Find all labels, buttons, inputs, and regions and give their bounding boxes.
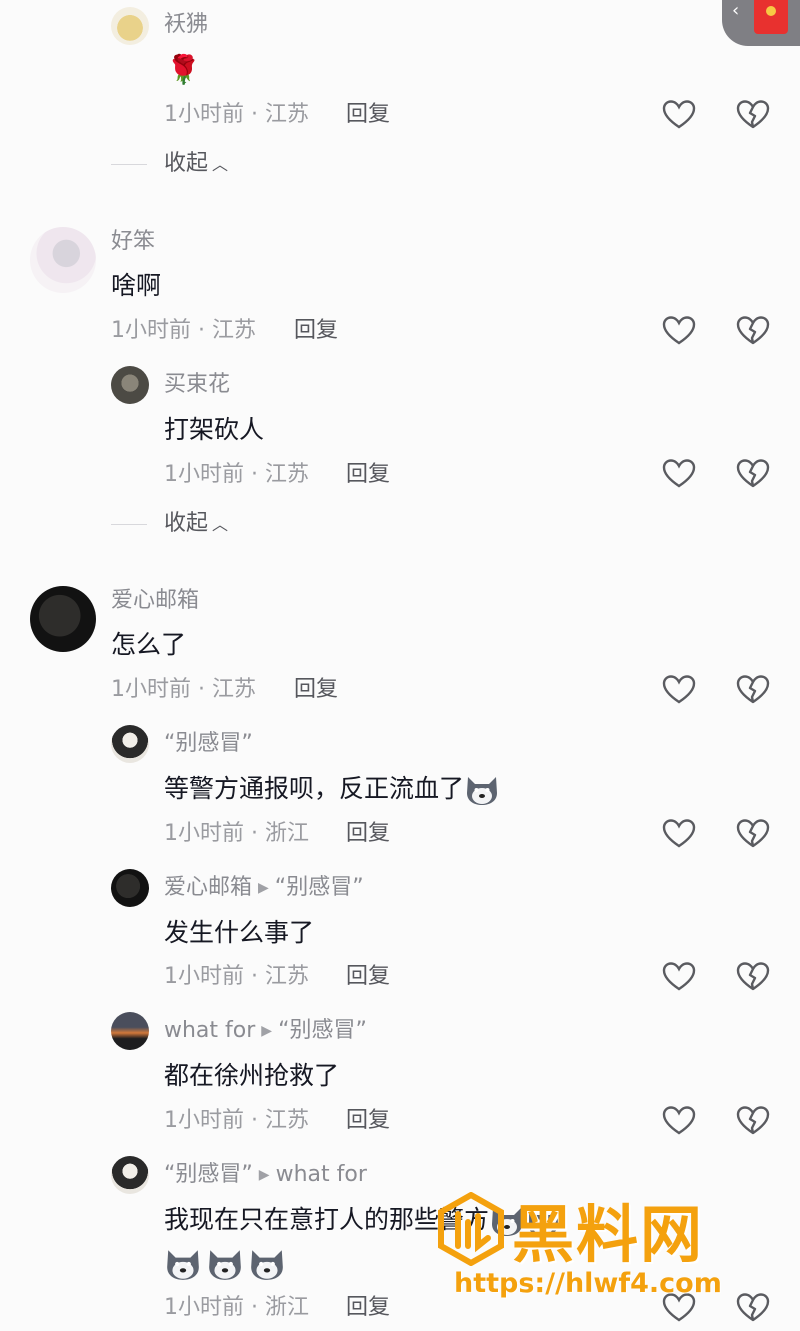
username[interactable]: 爱心邮箱: [111, 587, 199, 615]
husky-emoji-icon: [251, 1250, 283, 1280]
comment-text: 等警方通报呗，反正流血了: [164, 773, 500, 807]
comment-meta: 1小时前 · 江苏: [164, 964, 309, 989]
watermark-logo-icon: [438, 1192, 504, 1266]
chevron-up-icon: ︿: [212, 515, 229, 534]
avatar[interactable]: [111, 7, 149, 45]
username[interactable]: “别感冒”: [164, 730, 253, 758]
reply-arrow-icon: ▶: [258, 1167, 270, 1183]
comment-meta: 1小时前 · 江苏: [111, 318, 256, 343]
avatar[interactable]: [111, 869, 149, 907]
username[interactable]: “别感冒” ▶ what for: [164, 1161, 367, 1189]
comment-text: 怎么了: [111, 630, 187, 659]
reply-button[interactable]: 回复: [346, 461, 390, 489]
avatar[interactable]: [111, 1012, 149, 1050]
reply-button[interactable]: 回复: [346, 963, 390, 991]
reply-button[interactable]: 回复: [346, 820, 390, 848]
reply-button[interactable]: 回复: [294, 317, 338, 345]
collapse-button[interactable]: 收起 ︿: [164, 150, 228, 179]
avatar[interactable]: [30, 227, 96, 293]
reply-button[interactable]: 回复: [346, 1107, 390, 1135]
watermark-url: https://hlwf4.com: [454, 1268, 722, 1299]
watermark-brand: 黑料网: [512, 1198, 705, 1271]
comment-meta: 1小时前 · 江苏: [111, 677, 256, 702]
watermark: 黑料网 https://hlwf4.com: [436, 1188, 786, 1308]
husky-emoji-icon: [209, 1250, 241, 1280]
reply-arrow-icon: ▶: [258, 880, 269, 896]
username[interactable]: 好笨: [111, 228, 155, 256]
comment-meta: 1小时前 · 江苏: [164, 102, 309, 127]
husky-emoji-icon: [167, 1250, 199, 1280]
avatar[interactable]: [111, 366, 149, 404]
red-packet-widget[interactable]: ‹: [722, 0, 800, 46]
comment-meta: 1小时前 · 江苏: [164, 1108, 309, 1133]
broken-heart-icon[interactable]: [736, 961, 770, 993]
heart-icon[interactable]: [662, 99, 696, 131]
divider: [111, 524, 147, 525]
broken-heart-icon[interactable]: [736, 315, 770, 347]
avatar[interactable]: [111, 725, 149, 763]
comment-meta: 1小时前 · 浙江: [164, 821, 309, 846]
comment-meta: 1小时前 · 浙江: [164, 1295, 309, 1320]
avatar[interactable]: [111, 1156, 149, 1194]
heart-icon[interactable]: [662, 961, 696, 993]
avatar[interactable]: [30, 586, 96, 652]
collapse-button[interactable]: 收起 ︿: [164, 510, 228, 539]
comment-text: 🌹: [166, 53, 201, 86]
username[interactable]: 爱心邮箱 ▶ “别感冒”: [164, 874, 364, 902]
reply-button[interactable]: 回复: [346, 101, 390, 129]
username[interactable]: what for ▶ “别感冒”: [164, 1017, 367, 1045]
heart-icon[interactable]: [662, 1105, 696, 1137]
reply-button[interactable]: 回复: [346, 1294, 390, 1322]
emoji-row: [164, 1246, 286, 1282]
comment-meta: 1小时前 · 江苏: [164, 462, 309, 487]
comment-text: 都在徐州抢救了: [164, 1061, 340, 1090]
broken-heart-icon[interactable]: [736, 674, 770, 706]
heart-icon[interactable]: [662, 315, 696, 347]
broken-heart-icon[interactable]: [736, 1105, 770, 1137]
husky-emoji-icon: [467, 777, 498, 805]
comment-text: 发生什么事了: [164, 918, 315, 947]
comment-text: 啥啊: [111, 271, 162, 300]
username[interactable]: 袄狒: [164, 11, 208, 39]
heart-icon[interactable]: [662, 674, 696, 706]
chevron-left-icon: ‹: [732, 0, 740, 21]
red-packet-icon: [754, 0, 788, 34]
chevron-up-icon: ︿: [212, 155, 229, 174]
comment-text: 打架砍人: [164, 415, 265, 444]
divider: [111, 164, 147, 165]
reply-button[interactable]: 回复: [294, 676, 338, 704]
heart-icon[interactable]: [662, 818, 696, 850]
broken-heart-icon[interactable]: [736, 99, 770, 131]
heart-icon[interactable]: [662, 458, 696, 490]
broken-heart-icon[interactable]: [736, 458, 770, 490]
reply-arrow-icon: ▶: [261, 1023, 273, 1039]
broken-heart-icon[interactable]: [736, 818, 770, 850]
username[interactable]: 买束花: [164, 371, 230, 399]
